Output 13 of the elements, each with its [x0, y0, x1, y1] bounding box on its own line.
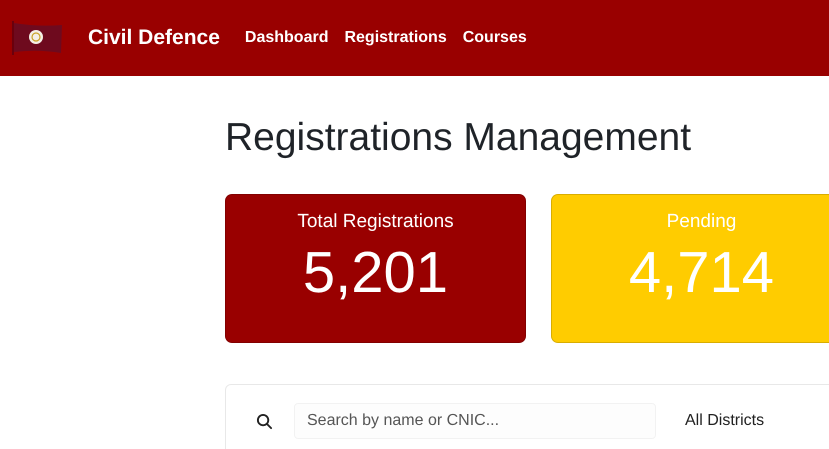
search-field[interactable]: Search by name or CNIC...: [294, 403, 656, 439]
stat-value: 4,714: [628, 239, 774, 306]
nav-link[interactable]: Dashboard: [244, 29, 328, 47]
stat-label: Total Registrations: [297, 211, 454, 233]
stat-label: Pending: [666, 211, 736, 233]
search-icon: [256, 413, 273, 430]
district-dropdown[interactable]: All Districts: [685, 403, 764, 439]
nav-link[interactable]: Registrations: [344, 29, 447, 47]
page-title: Registrations Management: [225, 115, 692, 160]
brand-title[interactable]: Civil Defence: [88, 26, 220, 50]
flag-logo-icon[interactable]: [12, 21, 62, 55]
stat-value: 5,201: [302, 239, 448, 306]
nav-link[interactable]: Courses: [462, 29, 527, 47]
